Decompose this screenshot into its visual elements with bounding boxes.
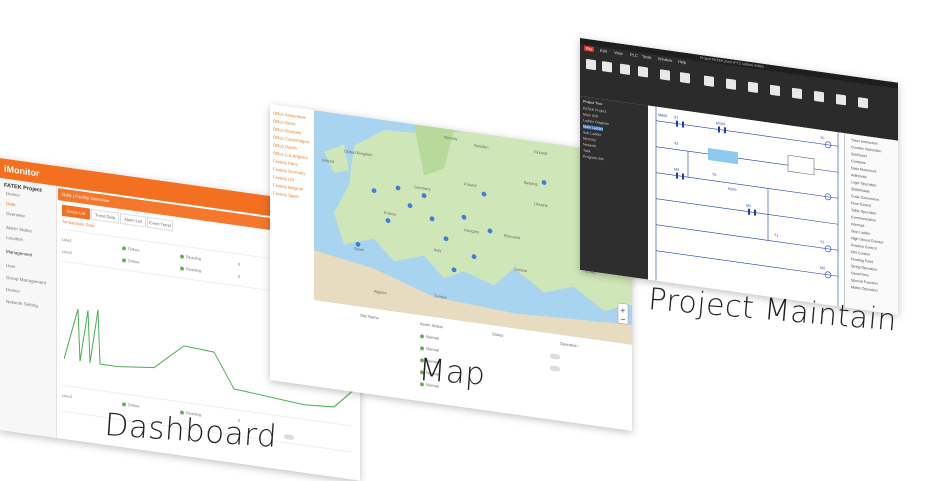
instruction-item[interactable]: Position Control	[851, 243, 876, 251]
tree-item[interactable]: Memory	[583, 136, 596, 142]
tree-item[interactable]: Main Unit	[583, 112, 598, 118]
tree-header: Project Tree	[583, 99, 603, 107]
project-tree: Project Tree FATEK Project Main Unit Lad…	[580, 96, 648, 280]
sidebar-item[interactable]: Group Management	[6, 275, 46, 286]
instruction-item[interactable]: Communication	[851, 215, 876, 223]
instruction-item[interactable]: Flow Control	[851, 201, 871, 208]
instruction-item[interactable]: PID Control	[851, 250, 870, 257]
instruction-item[interactable]: Arithmetic	[851, 173, 867, 179]
ladder-label: M2	[820, 265, 825, 271]
instruction-item[interactable]: Clock/Time	[851, 271, 869, 278]
instruction-item[interactable]: Set/Reset	[851, 152, 867, 158]
location-item[interactable]: Office Berlin	[273, 118, 296, 126]
tab-help[interactable]: Help	[678, 59, 686, 65]
section-title: Temperature Data	[62, 218, 95, 229]
breadcrumb: Data | Facility Overview	[62, 191, 110, 204]
instruction-panel: Timer Instruction Counter Instruction Se…	[844, 133, 898, 315]
app-title: iMonitor	[4, 163, 40, 179]
location-item[interactable]: Factory Spain	[273, 190, 299, 199]
tab-edit[interactable]: Edit	[600, 48, 607, 54]
row-value: 0	[238, 273, 241, 279]
column-header: Operation	[560, 340, 578, 349]
row-type: Reading	[180, 253, 201, 261]
tab-file[interactable]: File	[584, 45, 595, 53]
location-item[interactable]: Factory US	[273, 174, 294, 182]
tab-status-list[interactable]: Status List	[62, 204, 90, 220]
tree-item[interactable]: Program Info	[583, 154, 604, 161]
selected-contact	[708, 147, 738, 165]
instruction-item[interactable]: Table Operation	[851, 208, 876, 216]
instruction-item[interactable]: Interrupt	[851, 222, 864, 228]
tab-window[interactable]: Window	[658, 56, 672, 63]
ladder-label: Y1	[820, 239, 825, 245]
ladder-label: M0	[674, 167, 679, 172]
ladder-label: Y0	[820, 135, 825, 141]
row-status: Online	[122, 257, 140, 265]
toggle-switch[interactable]	[550, 365, 560, 372]
tab-event-trend[interactable]: Event Trend	[147, 216, 173, 232]
row-type: Reading	[180, 265, 201, 273]
row-name: Line2	[62, 248, 72, 256]
location-item[interactable]: Factory Paris	[273, 158, 298, 166]
sidebar-item[interactable]: Network Setting	[6, 299, 38, 308]
zoom-control-icon: +−	[617, 302, 629, 325]
row-name: Line3	[62, 392, 72, 400]
sidebar-item[interactable]: Location	[6, 235, 23, 242]
instruction-item[interactable]: Compare	[851, 159, 866, 165]
project-maintain-screenshot: Project FATEK.plant (PLC ladder) Editor …	[580, 38, 898, 315]
tooltip-box	[787, 154, 815, 176]
ladder-label: X2	[674, 141, 679, 146]
row-name: Line1	[62, 236, 72, 244]
sidebar-item-active[interactable]: Data	[6, 201, 16, 207]
svg-text:−: −	[620, 314, 626, 324]
ladder-label: T0	[712, 172, 717, 178]
sidebar-item[interactable]: Device	[6, 191, 20, 198]
tab-view[interactable]: View	[614, 50, 623, 56]
sidebar-item[interactable]: Alarm Status	[6, 225, 32, 234]
instruction-item[interactable]: Floating Point	[851, 257, 873, 264]
location-list: Office Amsterdam Office Berlin Office Br…	[270, 104, 315, 301]
instruction-item[interactable]: Logic Operation	[851, 180, 876, 188]
instruction-item[interactable]: Shift/Rotate	[851, 187, 870, 194]
tree-item[interactable]: Network	[583, 142, 596, 148]
tab-tools[interactable]: Tools	[642, 54, 651, 60]
tab-alarm-list[interactable]: Alarm List	[120, 212, 146, 228]
map-pin-icons	[355, 180, 547, 273]
ladder-editor[interactable]: M800 X1 M100 X2 Y0 M0 T0 K200 M1 T1 Y1 M…	[648, 105, 844, 308]
tree-item[interactable]: Task	[583, 148, 590, 153]
toggle-switch[interactable]	[550, 353, 560, 360]
site-status: Normal	[420, 333, 439, 341]
caption-map: Map	[417, 352, 487, 393]
instruction-item[interactable]: Matrix Operation	[851, 285, 878, 293]
ladder-label: X1	[674, 115, 679, 120]
sidebar-item[interactable]: User	[6, 263, 16, 269]
column-header: Status	[492, 331, 504, 338]
ladder-label: T1	[774, 233, 779, 238]
tab-trend-data[interactable]: Trend Data	[91, 208, 119, 224]
row-value: 0	[238, 261, 241, 267]
window-title: Project FATEK.plant (PLC ladder) Editor	[700, 55, 764, 69]
column-header: Site Name	[360, 312, 379, 321]
location-item[interactable]: Office Dublin	[273, 142, 297, 150]
instruction-item[interactable]: String Operation	[851, 264, 877, 272]
sidebar-item[interactable]: Overview	[6, 211, 25, 219]
sidebar-item[interactable]: Device	[6, 287, 20, 294]
instruction-item[interactable]: Step Ladder	[851, 229, 871, 236]
toggle-switch[interactable]	[284, 433, 294, 441]
row-status: Online	[122, 245, 140, 253]
sidebar-section: Management	[6, 248, 33, 258]
tab-plc[interactable]: PLC	[630, 52, 638, 58]
ladder-label: M1	[746, 203, 751, 209]
instruction-item[interactable]: Data Movement	[851, 166, 876, 174]
dashboard-sidebar: Device Data Overview Alarm Status Locati…	[0, 178, 57, 439]
column-header: Alarm Status	[420, 321, 443, 330]
